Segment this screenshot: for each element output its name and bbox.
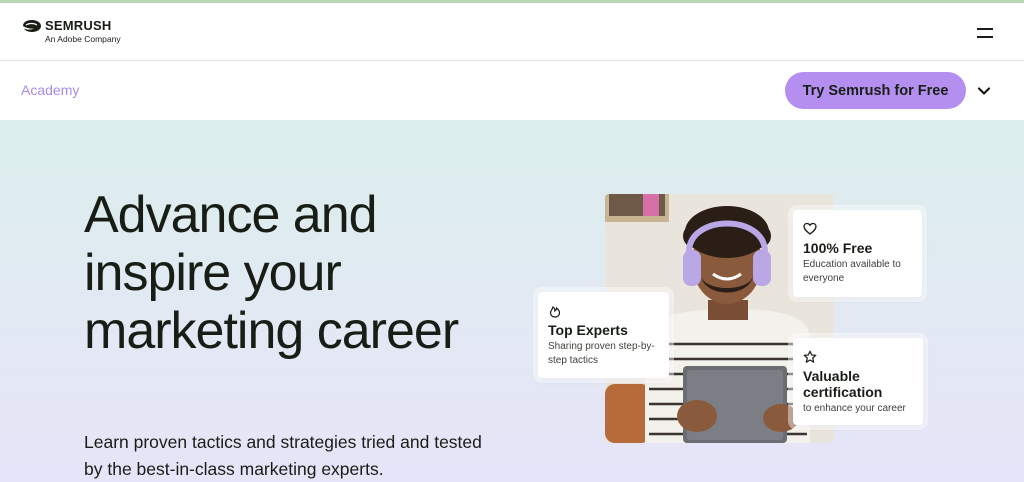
feature-text: Education available to everyone <box>803 259 901 284</box>
feature-text: to enhance your career <box>803 403 906 414</box>
feature-card-free: 100% Free Education available to everyon… <box>793 210 922 297</box>
hero-section: Advance and inspire your marketing caree… <box>0 120 1024 482</box>
feature-title: 100% Free <box>803 240 873 256</box>
feature-card-certification: Valuable certification to enhance your c… <box>793 338 923 425</box>
hero-title: Advance and inspire your marketing caree… <box>84 186 459 360</box>
feature-title: Valuable certification <box>803 368 883 400</box>
semrush-logo[interactable]: SEMRUSH An Adobe Company <box>22 18 121 44</box>
site-header: SEMRUSH An Adobe Company <box>0 3 1024 61</box>
chevron-down-icon[interactable] <box>977 85 991 97</box>
academy-link[interactable]: Academy <box>21 82 79 98</box>
feature-title: Top Experts <box>548 322 628 338</box>
academy-subnav: Academy Try Semrush for Free <box>0 62 1024 120</box>
semrush-flame-logo-icon <box>23 19 41 32</box>
feature-card-experts: Top Experts Sharing proven step-by-step … <box>538 292 669 378</box>
try-semrush-free-button[interactable]: Try Semrush for Free <box>785 72 966 109</box>
flame-icon <box>549 306 561 318</box>
hero-description: Learn proven tactics and strategies trie… <box>84 432 482 479</box>
star-icon <box>803 350 817 363</box>
logo-subtitle: An Adobe Company <box>45 34 121 44</box>
hamburger-menu-icon[interactable] <box>972 23 998 43</box>
feature-text: Sharing proven step-by-step tactics <box>548 341 655 366</box>
logo-wordmark: SEMRUSH <box>45 18 112 33</box>
heart-icon <box>803 222 817 235</box>
